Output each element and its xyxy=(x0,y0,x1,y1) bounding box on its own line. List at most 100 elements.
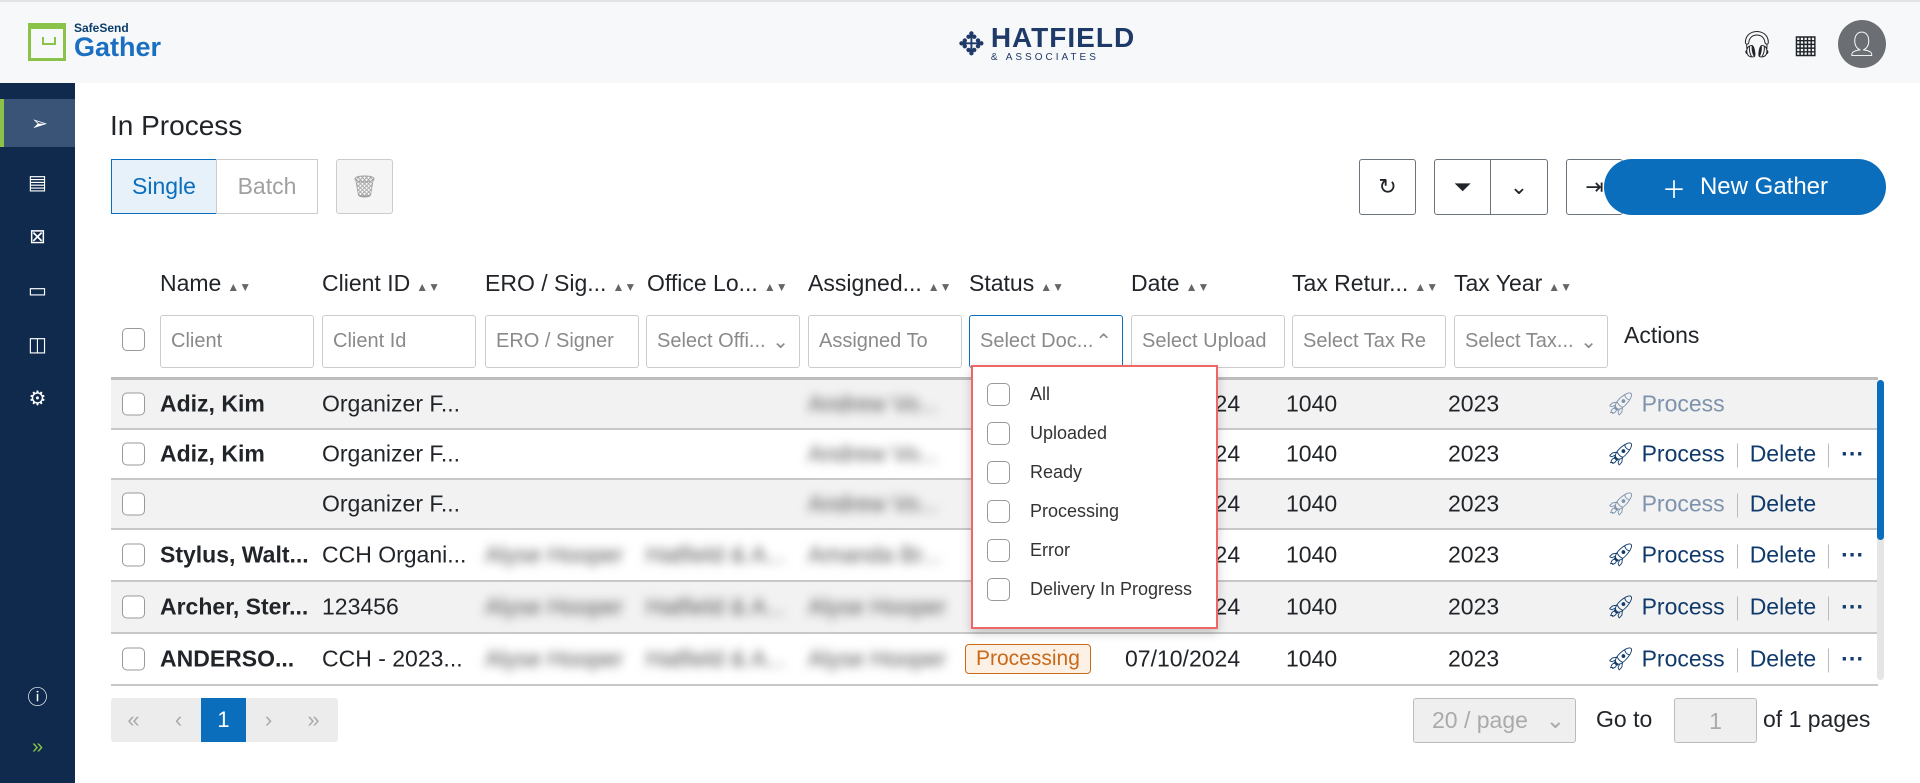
file-x-icon: ⊠ xyxy=(29,225,46,248)
send-icon: ➢ xyxy=(31,112,48,135)
option-checkbox[interactable] xyxy=(987,578,1010,601)
more-actions-icon[interactable]: ··· xyxy=(1841,594,1864,620)
process-link[interactable]: 🚀︎ Process xyxy=(1606,491,1725,517)
filter-dropdown-button[interactable]: ⌄ xyxy=(1490,159,1548,215)
row-checkbox[interactable] xyxy=(122,543,145,567)
goto-page-input[interactable]: 1 xyxy=(1674,698,1757,743)
goto-label: Go to xyxy=(1596,706,1653,732)
column-header[interactable]: Name ▲▼ xyxy=(160,270,251,297)
more-actions-icon[interactable]: ··· xyxy=(1841,542,1864,568)
column-header-label: Office Lo... xyxy=(647,270,758,296)
sidebar-expand[interactable]: » xyxy=(0,723,75,771)
first-page-button[interactable]: « xyxy=(111,707,156,733)
table-scrollbar[interactable] xyxy=(1877,380,1884,680)
page-title: In Process xyxy=(110,110,243,141)
more-actions-icon[interactable]: ··· xyxy=(1841,646,1864,672)
row-checkbox[interactable] xyxy=(122,492,145,516)
option-checkbox[interactable] xyxy=(987,422,1010,445)
tax-return-filter-input[interactable]: Select Tax Re xyxy=(1292,315,1446,368)
process-label: Process xyxy=(1641,440,1725,467)
sidebar-item-help[interactable]: ⓘ xyxy=(0,671,75,719)
apps-grid-icon[interactable]: ▦ xyxy=(1793,29,1818,60)
delete-link[interactable]: Delete xyxy=(1750,441,1816,467)
assigned-filter-placeholder: Assigned To xyxy=(819,330,928,352)
delete-link[interactable]: Delete xyxy=(1750,491,1816,517)
tab-batch[interactable]: Batch xyxy=(216,159,318,214)
process-link[interactable]: 🚀︎ Process xyxy=(1606,594,1725,620)
safesend-gather-logo[interactable]: SafeSend Gather xyxy=(28,22,161,61)
client-filter-input[interactable]: Client xyxy=(160,315,314,368)
select-all-checkbox[interactable] xyxy=(122,328,145,351)
process-link[interactable]: 🚀︎ Process xyxy=(1606,441,1725,467)
column-header[interactable]: Date ▲▼ xyxy=(1131,270,1209,297)
sort-icon[interactable]: ▲▼ xyxy=(928,280,952,294)
column-header[interactable]: Office Lo... ▲▼ xyxy=(647,270,788,297)
table-row[interactable]: ANDERSO... CCH - 2023... Alyse Hooper Ha… xyxy=(111,634,1878,686)
column-header[interactable]: Client ID ▲▼ xyxy=(322,270,440,297)
row-checkbox[interactable] xyxy=(122,442,145,466)
process-link[interactable]: 🚀︎ Process xyxy=(1606,391,1725,417)
delete-link[interactable]: Delete xyxy=(1750,594,1816,620)
row-checkbox[interactable] xyxy=(122,595,145,619)
status-option[interactable]: Processing xyxy=(987,500,1119,523)
sort-icon[interactable]: ▲▼ xyxy=(1040,280,1064,294)
client-name: Archer, Ster... xyxy=(160,593,309,620)
sidebar-item-settings[interactable]: ⚙ xyxy=(0,374,75,422)
refresh-button[interactable]: ↻ xyxy=(1359,159,1416,215)
prev-page-button[interactable]: ‹ xyxy=(156,707,201,733)
sort-icon[interactable]: ▲▼ xyxy=(1186,280,1210,294)
client-id-filter-input[interactable]: Client Id xyxy=(322,315,476,368)
sort-icon[interactable]: ▲▼ xyxy=(612,280,636,294)
sidebar-item-send[interactable]: ➢ xyxy=(0,99,75,147)
delete-link[interactable]: Delete xyxy=(1750,646,1816,672)
sort-icon[interactable]: ▲▼ xyxy=(1548,280,1572,294)
user-avatar[interactable]: 👤︎ xyxy=(1838,20,1886,68)
office-filter-select[interactable]: Select Offi... ⌄ xyxy=(646,315,800,368)
delete-link[interactable]: Delete xyxy=(1750,542,1816,568)
sidebar-item-archive[interactable]: ▭ xyxy=(0,266,75,314)
sidebar-item-documents[interactable]: ▤ xyxy=(0,158,75,206)
last-page-button[interactable]: » xyxy=(291,707,336,733)
filter-button[interactable]: ⏷ xyxy=(1434,159,1491,215)
column-header[interactable]: Tax Year ▲▼ xyxy=(1454,270,1572,297)
status-filter-select[interactable]: Select Doc... ⌃ xyxy=(969,315,1123,368)
action-divider xyxy=(1828,648,1830,673)
new-gather-button[interactable]: ＋ New Gather xyxy=(1604,159,1886,215)
more-actions-icon[interactable]: ··· xyxy=(1841,441,1864,467)
assigned-filter-input[interactable]: Assigned To xyxy=(808,315,962,368)
column-header[interactable]: Tax Retur... ▲▼ xyxy=(1292,270,1438,297)
sidebar-item-recycle[interactable]: ◫ xyxy=(0,320,75,368)
column-header[interactable]: ERO / Sig... ▲▼ xyxy=(485,270,636,297)
option-checkbox[interactable] xyxy=(987,500,1010,523)
status-option[interactable]: Ready xyxy=(987,461,1082,484)
process-link[interactable]: 🚀︎ Process xyxy=(1606,646,1725,672)
ero-filter-input[interactable]: ERO / Signer xyxy=(485,315,639,368)
sort-icon[interactable]: ▲▼ xyxy=(416,280,440,294)
status-option[interactable]: All xyxy=(987,383,1050,406)
sort-icon[interactable]: ▲▼ xyxy=(764,280,788,294)
status-option[interactable]: Uploaded xyxy=(987,422,1107,445)
process-link[interactable]: 🚀︎ Process xyxy=(1606,542,1725,568)
column-header[interactable]: Assigned... ▲▼ xyxy=(808,270,952,297)
sort-icon[interactable]: ▲▼ xyxy=(227,280,251,294)
column-header[interactable]: Status ▲▼ xyxy=(969,270,1064,297)
delete-selected-button[interactable]: 🗑︎ xyxy=(336,159,393,214)
status-option[interactable]: Delivery In Progress xyxy=(987,578,1192,601)
row-checkbox[interactable] xyxy=(122,392,145,416)
option-checkbox[interactable] xyxy=(987,383,1010,406)
sidebar-item-errors[interactable]: ⊠ xyxy=(0,212,75,260)
next-page-button[interactable]: › xyxy=(246,707,291,733)
page-1-button[interactable]: 1 xyxy=(201,698,246,742)
gear-icon: ⚙ xyxy=(28,387,47,410)
status-option[interactable]: Error xyxy=(987,539,1070,562)
headset-support-icon[interactable]: 🎧︎ xyxy=(1740,29,1773,60)
sort-icon[interactable]: ▲▼ xyxy=(1414,280,1438,294)
tab-single[interactable]: Single xyxy=(111,159,217,214)
date-filter-input[interactable]: Select Upload xyxy=(1131,315,1285,368)
scrollbar-thumb[interactable] xyxy=(1877,380,1884,540)
page-size-select[interactable]: 20 / page ⌄ xyxy=(1413,698,1576,743)
option-checkbox[interactable] xyxy=(987,539,1010,562)
row-checkbox[interactable] xyxy=(122,647,145,671)
option-checkbox[interactable] xyxy=(987,461,1010,484)
tax-year-filter-select[interactable]: Select Tax... ⌄ xyxy=(1454,315,1608,368)
